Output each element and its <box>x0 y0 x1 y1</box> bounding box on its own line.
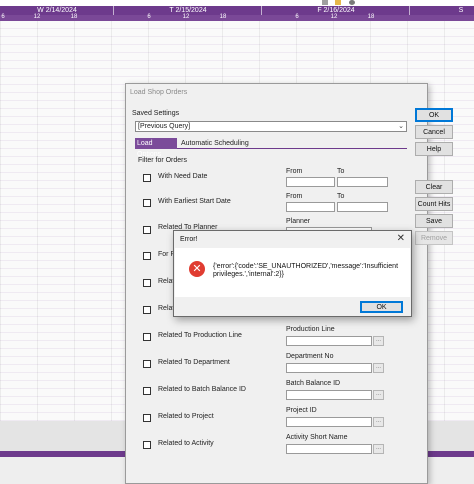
gantt-hour: 18 <box>70 14 78 20</box>
batch-balance-browse-button[interactable]: ... <box>373 390 384 400</box>
saved-settings-value: [Previous Query] <box>138 123 191 130</box>
checkbox-for-pa[interactable] <box>143 252 151 260</box>
error-ok-button[interactable]: OK <box>360 301 403 313</box>
zoom-icon[interactable] <box>349 0 355 5</box>
start-date-to-label: To <box>337 193 345 200</box>
activity-short-name-label: Activity Short Name <box>286 434 348 441</box>
close-icon[interactable]: ✕ <box>397 233 405 244</box>
checkbox-planner[interactable] <box>143 226 151 234</box>
need-date-to-label: To <box>337 168 345 175</box>
filter-label: Related to Batch Balance ID <box>158 386 246 393</box>
gantt-date: S <box>458 7 464 14</box>
filter-label: Related To Production Line <box>158 332 242 339</box>
toolbar-icon[interactable] <box>322 0 328 5</box>
checkbox-project[interactable] <box>143 414 151 422</box>
production-line-browse-button[interactable]: ... <box>373 336 384 346</box>
clear-button[interactable]: Clear <box>415 180 453 194</box>
need-date-from-label: From <box>286 168 303 175</box>
checkbox-activity[interactable] <box>143 441 151 449</box>
activity-short-name-input[interactable] <box>286 444 372 454</box>
saved-settings-label: Saved Settings <box>132 110 180 117</box>
filter-heading: Filter for Orders <box>138 157 188 164</box>
need-date-to-input[interactable] <box>337 177 388 187</box>
start-date-from-label: From <box>286 193 303 200</box>
checkbox-batch-balance-id[interactable] <box>143 387 151 395</box>
activity-browse-button[interactable]: ... <box>373 444 384 454</box>
production-line-label: Production Line <box>286 326 335 333</box>
saved-settings-select[interactable]: [Previous Query] ⌄ <box>135 121 407 132</box>
dialog-title: Load Shop Orders <box>130 89 188 96</box>
start-date-to-input[interactable] <box>337 202 388 212</box>
chevron-down-icon: ⌄ <box>398 123 404 130</box>
filter-label: Related To Department <box>158 359 230 366</box>
checkbox-related-a[interactable] <box>143 279 151 287</box>
gantt-hour: 18 <box>367 14 375 20</box>
checkbox-related-b[interactable] <box>143 306 151 314</box>
help-button[interactable]: Help <box>415 142 453 156</box>
gantt-hour: 6 <box>1 14 5 20</box>
filter-label: With Earliest Start Date <box>158 198 231 205</box>
ok-button[interactable]: OK <box>415 108 453 122</box>
error-message: {'error':{'code':'SE_UNAUTHORIZED','mess… <box>213 263 399 278</box>
filter-label: Relat <box>158 278 175 285</box>
gantt-hour: 6 <box>147 14 151 20</box>
department-browse-button[interactable]: ... <box>373 363 384 373</box>
save-button[interactable]: Save <box>415 214 453 228</box>
cancel-button[interactable]: Cancel <box>415 125 453 139</box>
error-title: Error! <box>180 236 198 243</box>
project-id-input[interactable] <box>286 417 372 427</box>
gantt-date: W 2/14/2024 <box>37 7 77 14</box>
production-line-input[interactable] <box>286 336 372 346</box>
gantt-hour: 18 <box>219 14 227 20</box>
project-id-label: Project ID <box>286 407 317 414</box>
error-body: ✕ {'error':{'code':'SE_UNAUTHORIZED','me… <box>175 248 410 297</box>
start-date-from-input[interactable] <box>286 202 335 212</box>
tab-bar: Load Options Automatic Scheduling <box>135 137 407 158</box>
gantt-hour: 6 <box>295 14 299 20</box>
filter-label: Related to Project <box>158 413 214 420</box>
gantt-hour: 12 <box>33 14 41 20</box>
need-date-from-input[interactable] <box>286 177 335 187</box>
error-icon: ✕ <box>189 261 205 277</box>
lock-icon[interactable] <box>335 0 341 5</box>
tab-automatic-scheduling[interactable]: Automatic Scheduling <box>179 138 251 149</box>
batch-balance-id-label: Batch Balance ID <box>286 380 341 387</box>
project-browse-button[interactable]: ... <box>373 417 384 427</box>
checkbox-department[interactable] <box>143 360 151 368</box>
gantt-hour: 12 <box>182 14 190 20</box>
gantt-hour: 12 <box>330 14 338 20</box>
count-hits-button[interactable]: Count Hits <box>415 197 453 211</box>
planner-label: Planner <box>286 218 311 225</box>
tab-load-options[interactable]: Load Options <box>135 138 177 158</box>
checkbox-production-line[interactable] <box>143 333 151 341</box>
checkbox-need-date[interactable] <box>143 174 151 182</box>
filter-label: Relat <box>158 305 175 312</box>
error-dialog: Error! ✕ ✕ {'error':{'code':'SE_UNAUTHOR… <box>173 230 412 317</box>
remove-button: Remove <box>415 231 453 245</box>
department-no-input[interactable] <box>286 363 372 373</box>
filter-label: Related to Activity <box>158 440 214 447</box>
department-no-label: Department No <box>286 353 334 360</box>
filter-label: With Need Date <box>158 173 208 180</box>
checkbox-earliest-start-date[interactable] <box>143 199 151 207</box>
batch-balance-id-input[interactable] <box>286 390 372 400</box>
